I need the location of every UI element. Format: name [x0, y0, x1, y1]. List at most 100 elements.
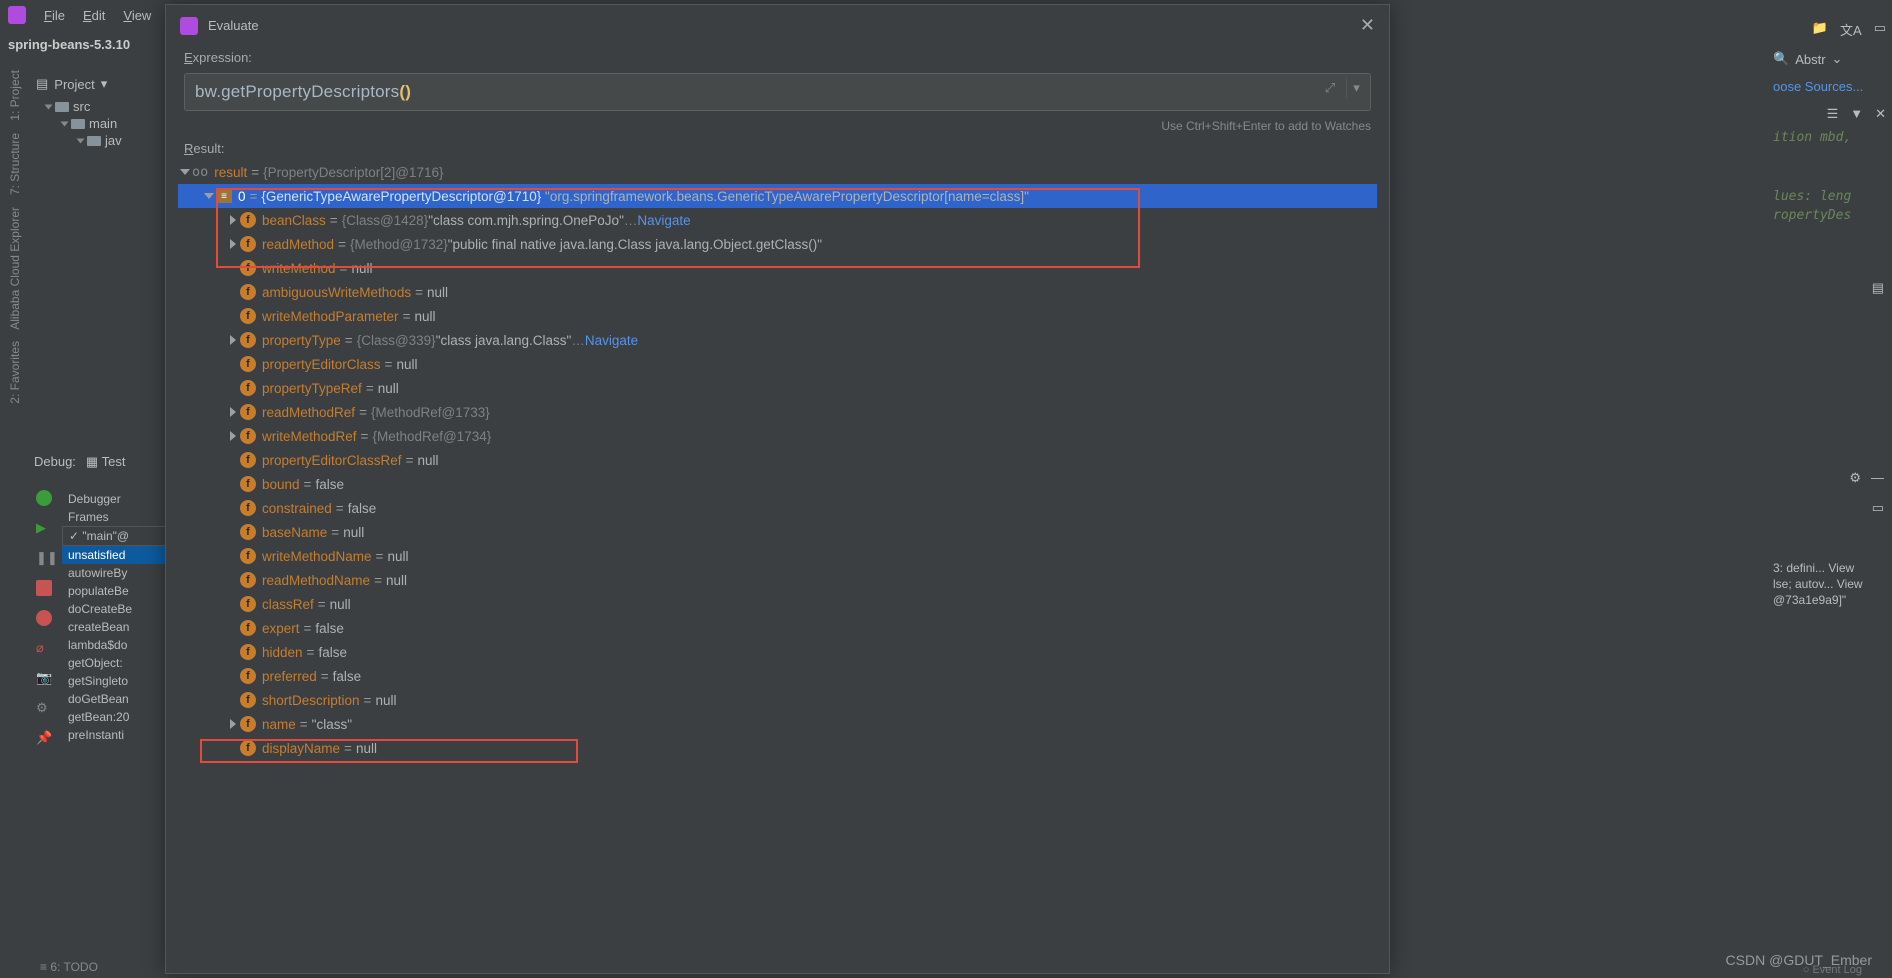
- field-badge-icon: f: [240, 380, 256, 396]
- navigate-link[interactable]: Navigate: [585, 333, 638, 348]
- settings-icon[interactable]: ☰: [1827, 106, 1839, 122]
- result-field[interactable]: fdisplayName=null: [178, 736, 1377, 760]
- dialog-titlebar: Evaluate ✕: [166, 5, 1389, 46]
- result-field[interactable]: fpreferred=false: [178, 664, 1377, 688]
- mute-icon[interactable]: ⌀: [36, 640, 52, 656]
- gear-icon[interactable]: ⚙: [36, 700, 52, 716]
- gear-icon[interactable]: ⚙: [1849, 470, 1861, 486]
- layout-icon[interactable]: ▭: [1872, 500, 1884, 516]
- result-field[interactable]: fpropertyEditorClassRef=null: [178, 448, 1377, 472]
- folder-icon[interactable]: 📁: [1812, 20, 1828, 39]
- close-icon[interactable]: ✕: [1875, 106, 1886, 122]
- tree-java[interactable]: jav: [30, 132, 165, 149]
- resume-icon[interactable]: ▶: [36, 520, 52, 536]
- result-field[interactable]: fclassRef=null: [178, 592, 1377, 616]
- rerun-icon[interactable]: [36, 490, 52, 506]
- result-field[interactable]: freadMethodRef={MethodRef@1733}: [178, 400, 1377, 424]
- stack-frame[interactable]: preInstanti: [62, 726, 167, 744]
- result-field[interactable]: fexpert=false: [178, 616, 1377, 640]
- bookmark-icon[interactable]: ▤: [1872, 280, 1884, 296]
- tree-main[interactable]: main: [30, 115, 165, 132]
- stack-frame[interactable]: doCreateBe: [62, 600, 167, 618]
- stack-frame[interactable]: createBean: [62, 618, 167, 636]
- tool-favorites[interactable]: 2: Favorites: [8, 341, 22, 404]
- field-value: "org.springframework.beans.GenericTypeAw…: [545, 189, 1029, 204]
- stack-frame[interactable]: unsatisfied: [62, 546, 167, 564]
- event-log[interactable]: ○ Event Log: [1803, 964, 1862, 976]
- todo-tab[interactable]: ≡ 6: TODO: [40, 960, 98, 974]
- abstr-dropdown[interactable]: 🔍 Abstr ⌄: [1767, 45, 1892, 73]
- field-value: null: [387, 549, 408, 564]
- close-icon[interactable]: ✕: [1360, 15, 1375, 36]
- expand-arrow-icon[interactable]: [230, 407, 236, 417]
- translate-icon[interactable]: 文A: [1840, 20, 1862, 39]
- result-field[interactable]: freadMethodName=null: [178, 568, 1377, 592]
- field-type: {Method@1732}: [350, 237, 448, 252]
- expand-arrow-icon[interactable]: [230, 215, 236, 225]
- stack-frame[interactable]: doGetBean: [62, 690, 167, 708]
- result-field[interactable]: fbound=false: [178, 472, 1377, 496]
- expand-arrow-icon[interactable]: [204, 193, 214, 199]
- project-panel-header[interactable]: ▤ Project ▾: [30, 70, 165, 98]
- menu-view[interactable]: ViewView: [123, 8, 151, 23]
- stack-frame[interactable]: getSingleto: [62, 672, 167, 690]
- thread-selector[interactable]: ✓ "main"@: [62, 526, 167, 546]
- expand-arrow-icon[interactable]: [230, 335, 236, 345]
- tool-structure[interactable]: 7: Structure: [8, 133, 22, 195]
- camera-icon[interactable]: 📷: [36, 670, 52, 686]
- result-field[interactable]: fbaseName=null: [178, 520, 1377, 544]
- stop-icon[interactable]: [36, 580, 52, 596]
- result-field[interactable]: fshortDescription=null: [178, 688, 1377, 712]
- result-field[interactable]: freadMethod={Method@1732} "public final …: [178, 232, 1377, 256]
- result-field[interactable]: fconstrained=false: [178, 496, 1377, 520]
- minimize-icon[interactable]: —: [1871, 470, 1884, 486]
- expand-arrow-icon[interactable]: [230, 719, 236, 729]
- result-field[interactable]: fname="class": [178, 712, 1377, 736]
- expand-arrow-icon[interactable]: [180, 169, 190, 175]
- menu-edit[interactable]: EditEdit: [83, 8, 105, 23]
- stack-frame[interactable]: lambda$do: [62, 636, 167, 654]
- result-field[interactable]: fpropertyTypeRef=null: [178, 376, 1377, 400]
- navigate-link[interactable]: Navigate: [637, 213, 690, 228]
- abstr-label: Abstr: [1795, 52, 1825, 67]
- field-value: "public final native java.lang.Class jav…: [448, 237, 822, 252]
- tool-project[interactable]: 1: Project: [8, 70, 22, 121]
- result-field[interactable]: fwriteMethod=null: [178, 256, 1377, 280]
- result-field[interactable]: fbeanClass={Class@1428} "class com.mjh.s…: [178, 208, 1377, 232]
- result-field[interactable]: fpropertyEditorClass=null: [178, 352, 1377, 376]
- result-field[interactable]: fwriteMethodParameter=null: [178, 304, 1377, 328]
- index-icon: ≡: [216, 189, 232, 203]
- stack-frame[interactable]: autowireBy: [62, 564, 167, 582]
- result-field[interactable]: fpropertyType={Class@339} "class java.la…: [178, 328, 1377, 352]
- window-icon[interactable]: ▭: [1874, 20, 1886, 39]
- chevron-down-icon[interactable]: ▾: [1346, 78, 1366, 98]
- expand-arrow-icon[interactable]: [230, 239, 236, 249]
- field-name: preferred: [262, 669, 317, 684]
- expand-arrow-icon[interactable]: [230, 431, 236, 441]
- tree-src[interactable]: src: [30, 98, 165, 115]
- stack-frame[interactable]: populateBe: [62, 582, 167, 600]
- result-field[interactable]: fwriteMethodRef={MethodRef@1734}: [178, 424, 1377, 448]
- result-item-0[interactable]: ≡ 0 = {GenericTypeAwarePropertyDescripto…: [178, 184, 1377, 208]
- stack-frame[interactable]: getObject:: [62, 654, 167, 672]
- filter-icon[interactable]: ▼: [1850, 106, 1863, 122]
- menu-file[interactable]: FFileile: [44, 8, 65, 23]
- choose-sources-link[interactable]: oose Sources...: [1767, 73, 1892, 100]
- expression-input[interactable]: bw.getPropertyDescriptors() ⤢ ▾: [184, 73, 1371, 111]
- right-top-icons: 📁 文A ▭: [1767, 14, 1892, 45]
- stack-frame[interactable]: getBean:20: [62, 708, 167, 726]
- caret-icon: [61, 121, 69, 126]
- result-root[interactable]: oo result = {PropertyDescriptor[2]@1716}: [178, 160, 1377, 184]
- expand-icon[interactable]: ⤢: [1320, 78, 1340, 98]
- result-field[interactable]: fambiguousWriteMethods=null: [178, 280, 1377, 304]
- result-tree[interactable]: oo result = {PropertyDescriptor[2]@1716}…: [178, 160, 1377, 973]
- debug-config-tab[interactable]: ▦ Test: [86, 454, 126, 470]
- pause-icon[interactable]: ❚❚: [36, 550, 52, 566]
- tool-cloud-explorer[interactable]: Alibaba Cloud Explorer: [8, 207, 22, 330]
- result-field[interactable]: fwriteMethodName=null: [178, 544, 1377, 568]
- breakpoints-icon[interactable]: [36, 610, 52, 626]
- debugger-tab[interactable]: Debugger: [62, 490, 167, 508]
- result-field[interactable]: fhidden=false: [178, 640, 1377, 664]
- chevron-down-icon[interactable]: ▾: [101, 76, 108, 92]
- pin-icon[interactable]: 📌: [36, 730, 52, 746]
